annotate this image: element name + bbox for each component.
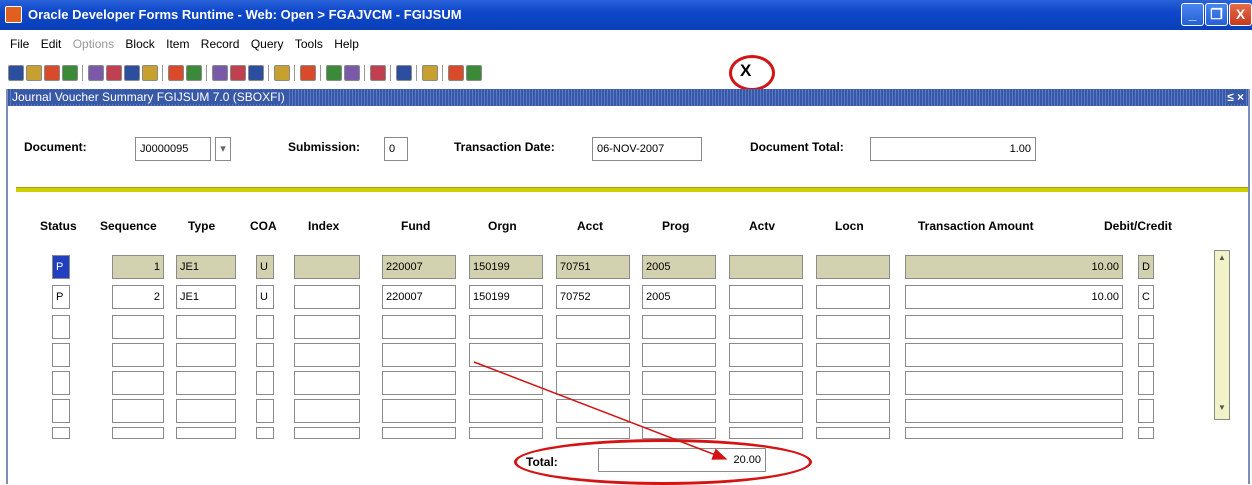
toolbar-separator bbox=[390, 65, 391, 81]
cancel-query-icon[interactable] bbox=[106, 65, 122, 81]
toolbar-separator bbox=[268, 65, 269, 81]
clear-record-icon[interactable] bbox=[326, 65, 342, 81]
oracle-app-icon bbox=[5, 6, 22, 23]
toolbar-separator bbox=[294, 65, 295, 81]
menu-query[interactable]: Query bbox=[251, 37, 284, 51]
window-title-bar[interactable]: Oracle Developer Forms Runtime - Web: Op… bbox=[0, 0, 1252, 30]
options-icon[interactable] bbox=[448, 65, 464, 81]
restore-button[interactable]: ❐ bbox=[1205, 3, 1228, 26]
lock-record-icon[interactable] bbox=[274, 65, 290, 81]
window-title: Oracle Developer Forms Runtime - Web: Op… bbox=[28, 7, 462, 22]
save-icon[interactable] bbox=[8, 65, 24, 81]
menu-bar: File Edit Options Block Item Record Quer… bbox=[0, 37, 1252, 55]
toolbar-separator bbox=[320, 65, 321, 81]
enter-query-icon[interactable] bbox=[62, 65, 78, 81]
insert-record-icon[interactable] bbox=[230, 65, 246, 81]
toolbar-separator bbox=[82, 65, 83, 81]
previous-block-icon[interactable] bbox=[142, 65, 158, 81]
toolbar-separator bbox=[206, 65, 207, 81]
count-query-icon[interactable] bbox=[124, 65, 140, 81]
menu-tools[interactable]: Tools bbox=[295, 37, 323, 51]
next-record-icon[interactable] bbox=[212, 65, 228, 81]
next-block-icon[interactable] bbox=[168, 65, 184, 81]
list-values-icon[interactable] bbox=[370, 65, 386, 81]
minimize-button[interactable]: _ bbox=[1181, 3, 1204, 26]
menu-options[interactable]: Options bbox=[73, 37, 114, 51]
menu-file[interactable]: File bbox=[10, 37, 29, 51]
toolbar-separator bbox=[162, 65, 163, 81]
print-icon[interactable] bbox=[44, 65, 60, 81]
previous-record-icon[interactable] bbox=[186, 65, 202, 81]
menu-block[interactable]: Block bbox=[125, 37, 154, 51]
edit-icon[interactable] bbox=[344, 65, 360, 81]
toolbar-separator bbox=[416, 65, 417, 81]
annotation-arrow bbox=[473, 361, 728, 460]
form-window: Journal Voucher Summary FGIJSUM 7.0 (SBO… bbox=[6, 89, 1250, 485]
toolbar-separator bbox=[364, 65, 365, 81]
hint-icon[interactable] bbox=[466, 65, 482, 81]
toolbar bbox=[8, 61, 768, 86]
remove-record-icon[interactable] bbox=[248, 65, 264, 81]
menu-edit[interactable]: Edit bbox=[41, 37, 62, 51]
rollback-icon[interactable] bbox=[26, 65, 42, 81]
toolbar-separator bbox=[442, 65, 443, 81]
duplicate-field-icon[interactable] bbox=[300, 65, 316, 81]
close-button[interactable]: X bbox=[1229, 3, 1252, 26]
execute-query-icon[interactable] bbox=[88, 65, 104, 81]
menu-help[interactable]: Help bbox=[334, 37, 359, 51]
annotation-circle-exit bbox=[729, 55, 775, 91]
help-icon[interactable] bbox=[396, 65, 412, 81]
menu-record[interactable]: Record bbox=[201, 37, 240, 51]
menu-item[interactable]: Item bbox=[166, 37, 189, 51]
show-keys-icon[interactable] bbox=[422, 65, 438, 81]
